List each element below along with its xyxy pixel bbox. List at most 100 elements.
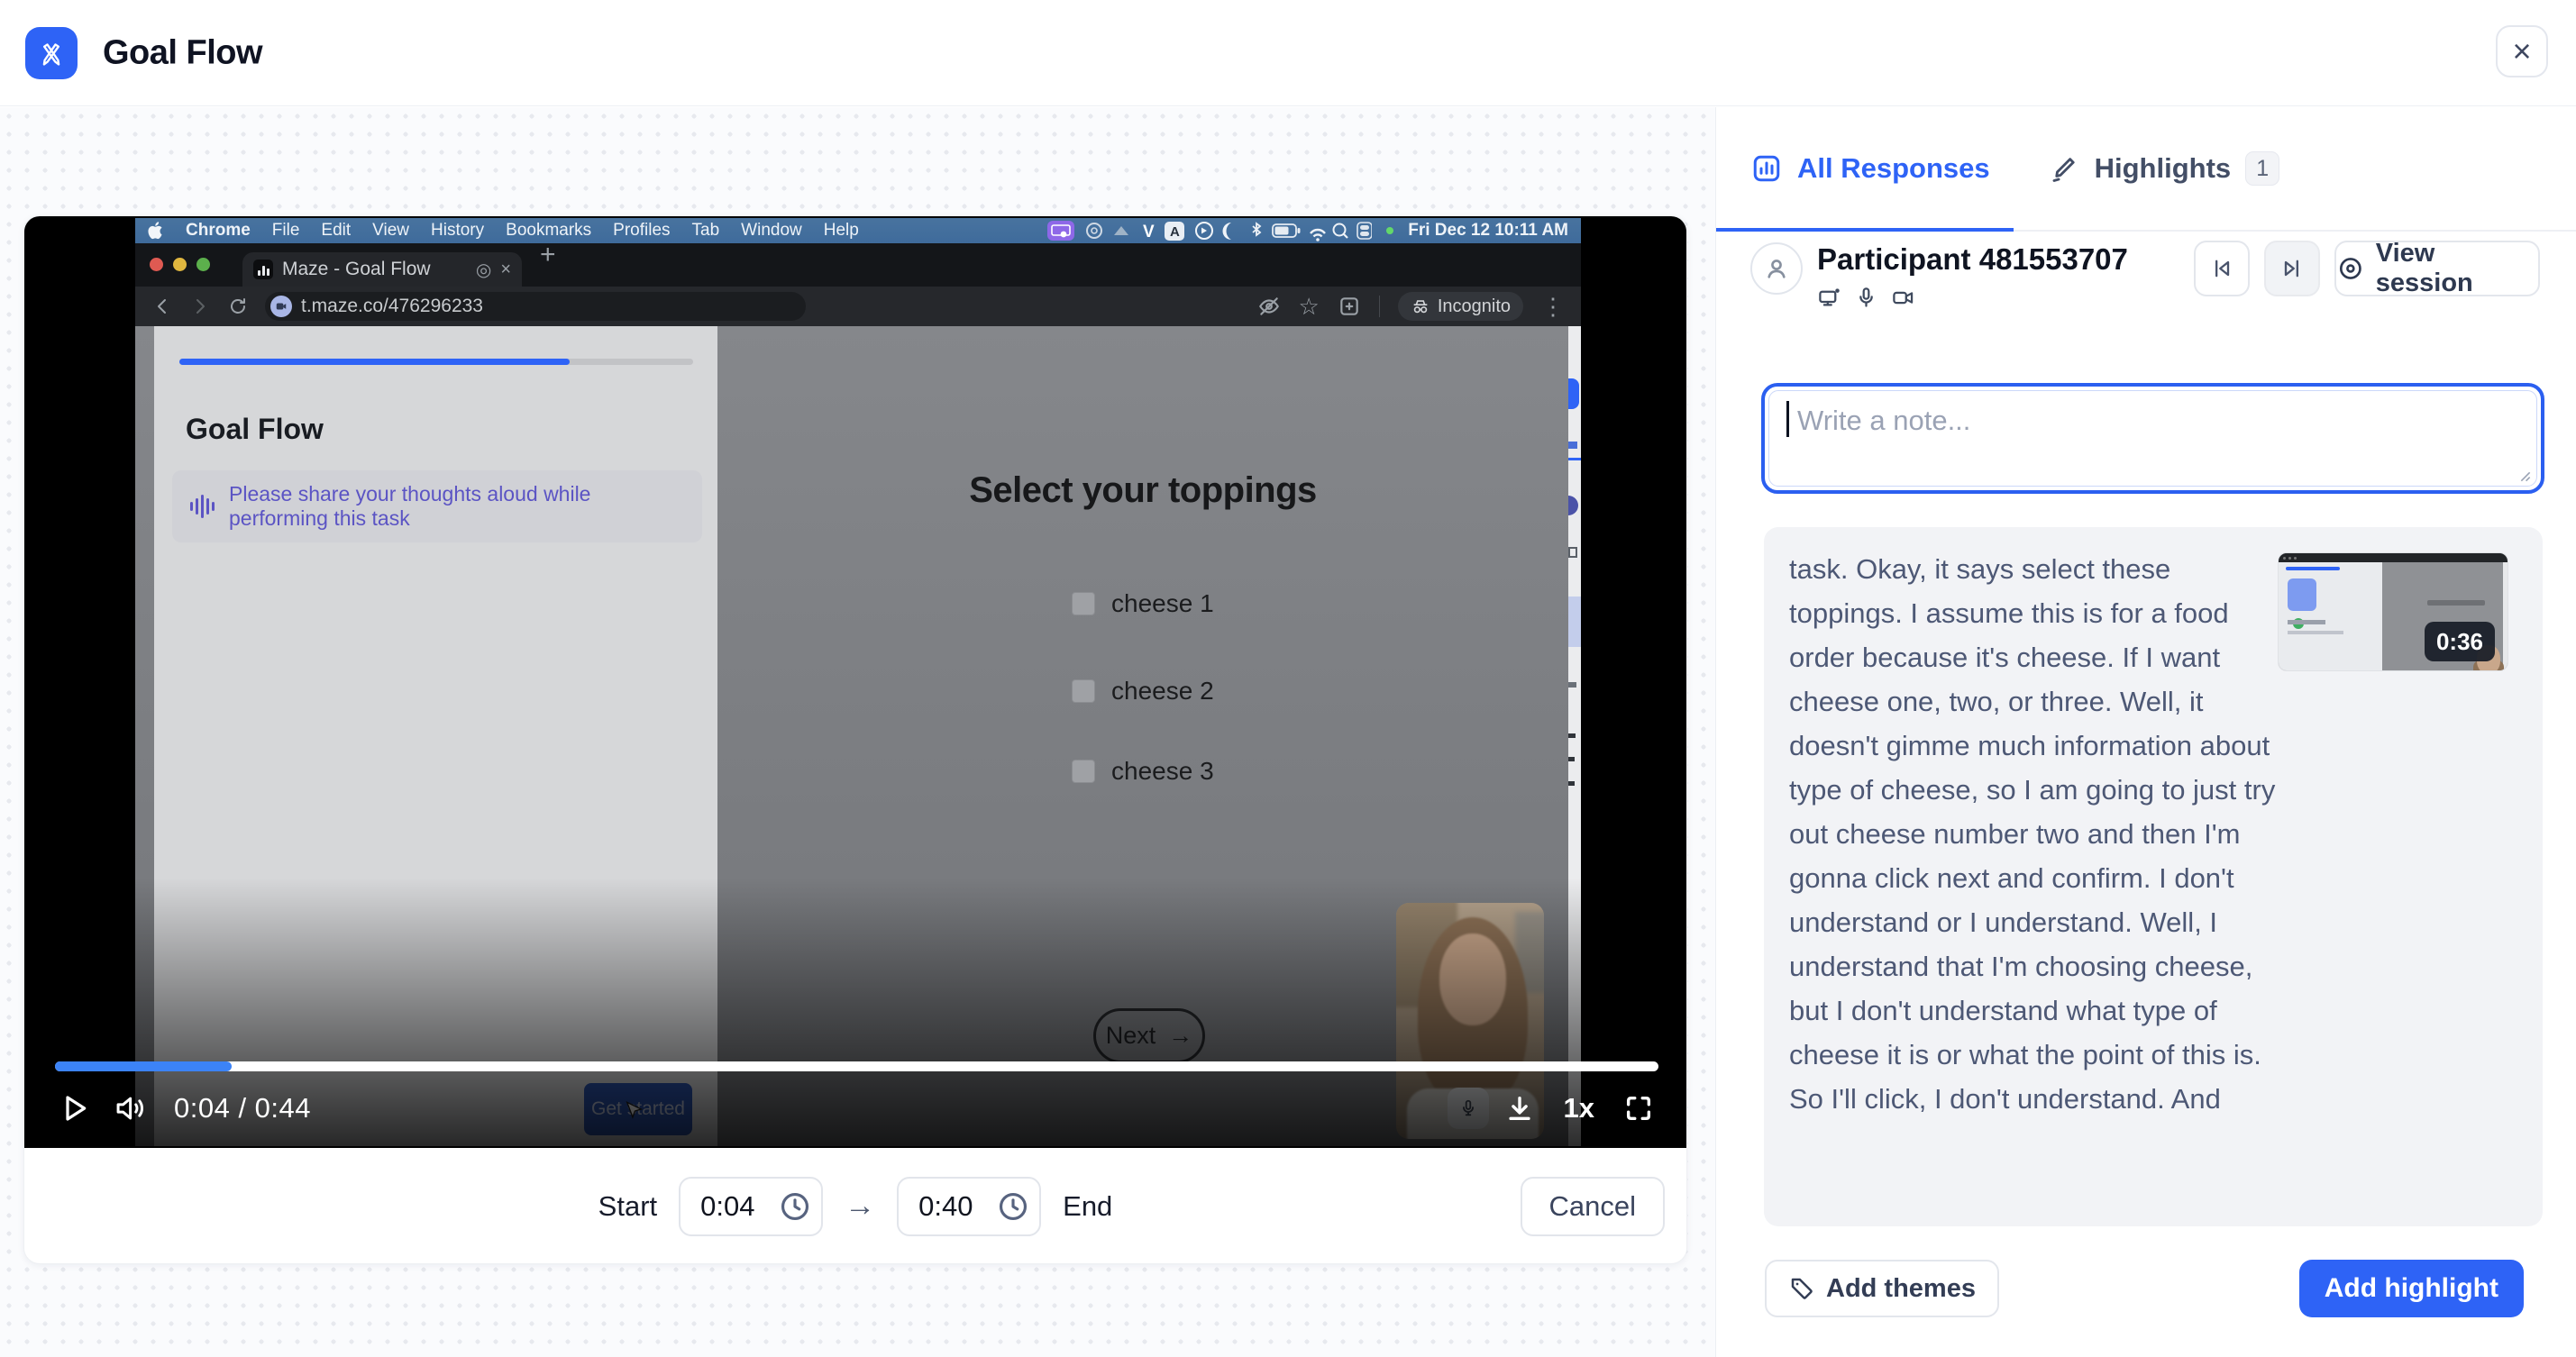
start-time-value[interactable]: 0:04 [700, 1190, 769, 1223]
checkbox-icon[interactable] [1072, 760, 1095, 783]
tab-highlights[interactable]: Highlights 1 [2050, 151, 2280, 186]
apple-logo-icon [148, 222, 164, 240]
new-tab-button[interactable]: + [540, 240, 556, 270]
previous-participant-button[interactable] [2194, 241, 2250, 296]
status-dot [1386, 227, 1393, 234]
menubar-app-name[interactable]: Chrome [186, 221, 251, 241]
resize-handle-icon[interactable] [2519, 470, 2532, 483]
skip-previous-icon [2209, 256, 2234, 281]
browser-menu-icon[interactable]: ⋮ [1541, 293, 1565, 321]
topping-option-2[interactable]: cheese 2 [1072, 677, 1214, 706]
add-themes-button[interactable]: Add themes [1765, 1260, 1999, 1317]
site-favicon [270, 296, 292, 317]
thumbnail-mission-panel [2279, 562, 2382, 670]
volume-button[interactable] [114, 1093, 149, 1124]
svg-text:A: A [1170, 224, 1180, 240]
eye-off-icon[interactable] [1257, 295, 1281, 318]
tab-close-icon[interactable]: × [500, 260, 511, 280]
playback-speed[interactable]: 1x [1564, 1092, 1594, 1125]
thumbnail-timestamp: 0:36 [2425, 622, 2495, 661]
url-text: t.maze.co/476296233 [301, 296, 483, 317]
session-eye-icon [2336, 254, 2365, 283]
session-video[interactable]: Chrome File Edit View History Bookmarks … [24, 216, 1686, 1148]
crossed-pencils-icon [35, 37, 68, 69]
person-icon [1762, 254, 1791, 283]
tab-label: All Responses [1797, 152, 1990, 185]
clock-icon[interactable] [996, 1189, 1030, 1224]
menu-help[interactable]: Help [824, 221, 859, 241]
end-time-input[interactable]: 0:40 [897, 1177, 1041, 1236]
minimize-window-light[interactable] [173, 258, 187, 271]
page-title: Goal Flow [103, 33, 262, 72]
menu-window[interactable]: Window [741, 221, 802, 241]
fullscreen-button[interactable] [1623, 1093, 1654, 1124]
tab-all-responses[interactable]: All Responses [1750, 152, 1990, 185]
end-time-value[interactable]: 0:40 [918, 1190, 987, 1223]
trim-bar: Start 0:04 → 0:40 End Cancel [24, 1148, 1686, 1264]
thumbnail-task-icon [2288, 578, 2316, 611]
back-icon[interactable] [151, 296, 173, 317]
menubar-clock: Fri Dec 12 10:11 AM [1408, 221, 1568, 241]
skip-next-icon [2279, 256, 2305, 281]
bar-chart-icon [1750, 152, 1783, 185]
start-time-input[interactable]: 0:04 [679, 1177, 823, 1236]
browser-tab[interactable]: Maze - Goal Flow ◎ × [242, 252, 522, 287]
menu-bookmarks[interactable]: Bookmarks [506, 221, 591, 241]
address-bar[interactable]: t.maze.co/476296233 [265, 292, 806, 321]
active-tab-underline [1716, 228, 2014, 232]
cancel-button[interactable]: Cancel [1521, 1177, 1666, 1236]
view-session-button[interactable]: View session [2334, 241, 2540, 296]
window-traffic-lights[interactable] [150, 258, 210, 271]
incognito-icon [1411, 296, 1430, 316]
stage-background: Chrome File Edit View History Bookmarks … [0, 107, 1715, 1357]
camera-icon [1891, 286, 1915, 310]
checkbox-icon[interactable] [1072, 592, 1095, 615]
header: Goal Flow × [0, 0, 2576, 106]
forward-icon[interactable] [189, 296, 211, 317]
add-highlight-button[interactable]: Add highlight [2299, 1260, 2524, 1317]
play-button[interactable] [60, 1092, 89, 1125]
highlighter-icon [2050, 153, 2080, 184]
note-input[interactable] [1770, 392, 2535, 485]
arrow-right-icon: → [845, 1189, 875, 1224]
download-button[interactable] [1504, 1093, 1535, 1124]
close-window-light[interactable] [150, 258, 163, 271]
incognito-label: Incognito [1438, 296, 1511, 317]
menu-edit[interactable]: Edit [321, 221, 351, 241]
option-label: cheese 3 [1111, 757, 1214, 786]
menubar-status-icons: V A [1047, 219, 1372, 242]
text-caret [1786, 401, 1789, 437]
close-button[interactable]: × [2496, 25, 2548, 77]
chrome-tabstrip: Maze - Goal Flow ◎ × + [135, 243, 1581, 287]
chrome-toolbar: t.maze.co/476296233 ☆ Incognito ⋮ [135, 287, 1581, 326]
screen-share-icon [1817, 286, 1841, 310]
checkbox-icon[interactable] [1072, 679, 1095, 703]
transcript-text[interactable]: task. Okay, it says select these topping… [1789, 547, 2280, 1121]
menu-history[interactable]: History [431, 221, 484, 241]
tab-title: Maze - Goal Flow [282, 259, 467, 280]
menu-view[interactable]: View [372, 221, 409, 241]
moment-thumbnail[interactable]: 0:36 [2278, 552, 2508, 671]
incognito-badge: Incognito [1398, 292, 1523, 321]
topping-option-1[interactable]: cheese 1 [1072, 589, 1214, 618]
playback-time: 0:04 / 0:44 [174, 1092, 311, 1125]
mission-logo [25, 27, 78, 79]
tab-recording-icon: ◎ [476, 259, 491, 281]
bookmark-star-icon[interactable]: ☆ [1299, 293, 1320, 321]
option-label: cheese 1 [1111, 589, 1214, 618]
menu-tab[interactable]: Tab [692, 221, 720, 241]
save-group-icon[interactable] [1338, 295, 1361, 318]
tag-icon [1788, 1275, 1815, 1302]
tab-label: Highlights [2095, 152, 2232, 185]
menu-profiles[interactable]: Profiles [613, 221, 670, 241]
svg-text:V: V [1143, 223, 1155, 241]
close-icon: × [2512, 32, 2531, 70]
zoom-window-light[interactable] [196, 258, 210, 271]
reload-icon[interactable] [227, 296, 249, 317]
clock-icon[interactable] [778, 1189, 812, 1224]
next-participant-button[interactable] [2264, 241, 2320, 296]
video-progress-bar[interactable] [55, 1061, 1658, 1071]
topping-option-3[interactable]: cheese 3 [1072, 757, 1214, 786]
participant-media-icons [1817, 286, 1915, 310]
menu-file[interactable]: File [272, 221, 300, 241]
